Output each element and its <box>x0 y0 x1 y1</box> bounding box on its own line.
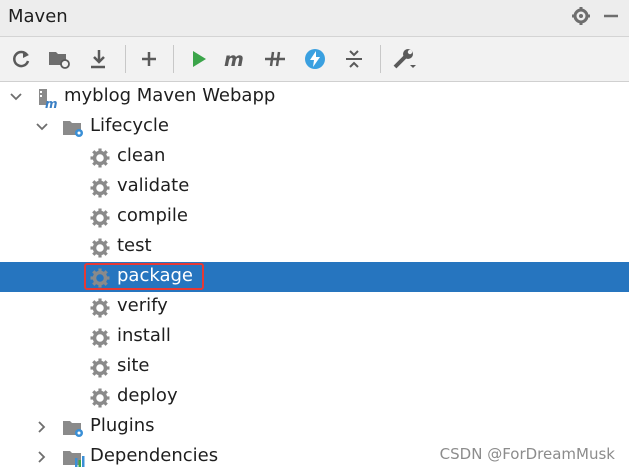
tree-row-goal[interactable]: validate <box>0 172 629 202</box>
project-label: myblog Maven Webapp <box>64 85 276 106</box>
goal-label: clean <box>117 145 166 166</box>
tree-row-goal-selected[interactable]: package <box>0 262 629 292</box>
collapse-icon[interactable] <box>341 46 367 72</box>
gear-icon <box>89 387 111 409</box>
reload-icon[interactable] <box>8 46 34 72</box>
tree-row-lifecycle[interactable]: Lifecycle <box>0 112 629 142</box>
plugins-label: Plugins <box>90 415 155 436</box>
maven-m-icon[interactable]: m <box>223 46 249 72</box>
goal-label: test <box>117 235 152 256</box>
watermark: CSDN @ForDreamMusk <box>439 445 615 463</box>
tree-row-goal[interactable]: verify <box>0 292 629 322</box>
goal-label: compile <box>117 205 188 226</box>
tree-row-goal[interactable]: compile <box>0 202 629 232</box>
dependencies-label: Dependencies <box>90 445 219 466</box>
minimize-icon[interactable] <box>601 6 621 30</box>
run-icon[interactable] <box>186 46 212 72</box>
gear-icon <box>89 207 111 229</box>
chevron-down-icon[interactable] <box>8 89 24 105</box>
svg-text:m: m <box>45 97 58 109</box>
goal-label: install <box>117 325 171 346</box>
tree-row-goal[interactable]: deploy <box>0 382 629 412</box>
tree-row-goal[interactable]: clean <box>0 142 629 172</box>
chevron-down-icon[interactable] <box>34 119 50 135</box>
maven-toolbar: m <box>0 37 629 82</box>
gear-icon <box>89 237 111 259</box>
panel-title: Maven <box>8 6 68 27</box>
gear-icon <box>89 297 111 319</box>
tree-row-goal[interactable]: test <box>0 232 629 262</box>
download-icon[interactable] <box>86 46 112 72</box>
lifecycle-label: Lifecycle <box>90 115 169 136</box>
tree-row-goal[interactable]: site <box>0 352 629 382</box>
gear-icon <box>89 327 111 349</box>
tree-row-plugins[interactable]: Plugins <box>0 412 629 442</box>
folder-gear-icon <box>62 417 84 439</box>
gear-icon <box>89 177 111 199</box>
wrench-icon[interactable] <box>391 46 417 72</box>
skip-tests-icon[interactable] <box>262 46 288 72</box>
add-folder-icon[interactable] <box>46 46 72 72</box>
maven-module-icon: m <box>36 87 58 111</box>
lightning-icon[interactable] <box>302 46 328 72</box>
settings-gear-icon[interactable] <box>571 6 591 30</box>
tree-row-goal[interactable]: install <box>0 322 629 352</box>
chevron-right-icon[interactable] <box>34 419 50 435</box>
gear-icon <box>89 267 111 289</box>
goal-label: verify <box>117 295 168 316</box>
gear-icon <box>89 147 111 169</box>
chevron-right-icon[interactable] <box>34 449 50 465</box>
goal-label: site <box>117 355 150 376</box>
gear-icon <box>89 357 111 379</box>
goal-label: package <box>117 265 193 286</box>
svg-text:m: m <box>224 49 244 69</box>
folder-gear-icon <box>62 117 84 139</box>
goal-label: deploy <box>117 385 178 406</box>
folder-library-icon <box>62 447 85 469</box>
plus-icon[interactable] <box>136 46 162 72</box>
tool-window-header: Maven <box>0 0 629 37</box>
tree-row-project[interactable]: m myblog Maven Webapp <box>0 82 629 112</box>
goal-label: validate <box>117 175 190 196</box>
